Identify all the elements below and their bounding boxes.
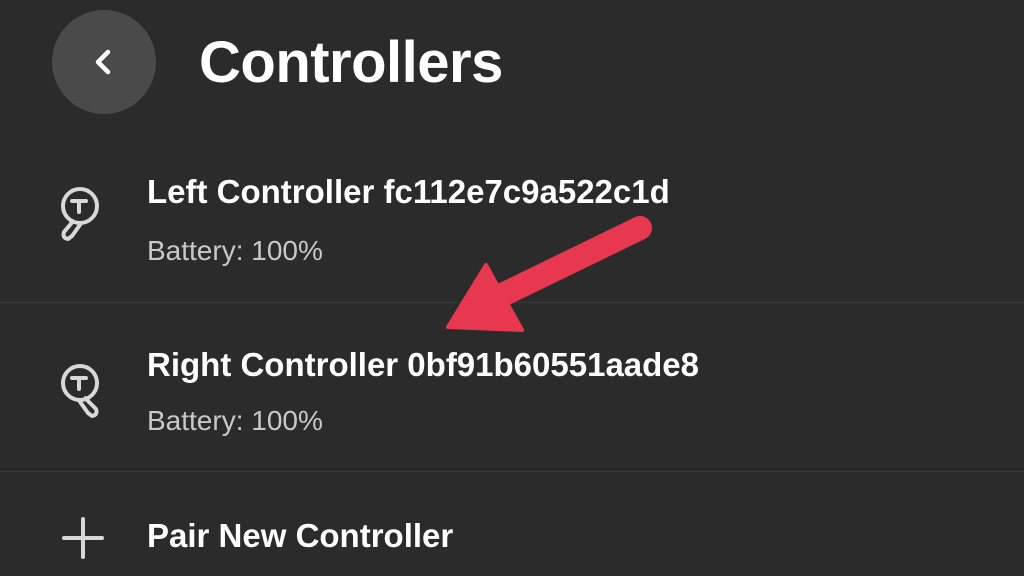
pair-new-controller-button[interactable]: Pair New Controller: [0, 472, 1024, 576]
page-title: Controllers: [199, 30, 503, 95]
header: Controllers: [0, 0, 1024, 128]
controller-name: Left Controller fc112e7c9a522c1d: [147, 173, 670, 210]
back-button[interactable]: [52, 10, 156, 114]
battery-status: Battery: 100%: [147, 405, 323, 436]
controller-item-left[interactable]: Left Controller fc112e7c9a522c1d Battery…: [0, 140, 1024, 302]
controller-name: Right Controller 0bf91b60551aade8: [147, 346, 700, 383]
controller-item-right[interactable]: Right Controller 0bf91b60551aade8 Batter…: [0, 303, 1024, 471]
battery-status: Battery: 100%: [147, 235, 323, 266]
controller-icon: [61, 364, 99, 418]
chevron-left-icon: [95, 49, 111, 75]
pair-new-controller-label: Pair New Controller: [147, 517, 454, 554]
plus-icon: [62, 517, 104, 559]
controller-icon: [61, 187, 99, 241]
